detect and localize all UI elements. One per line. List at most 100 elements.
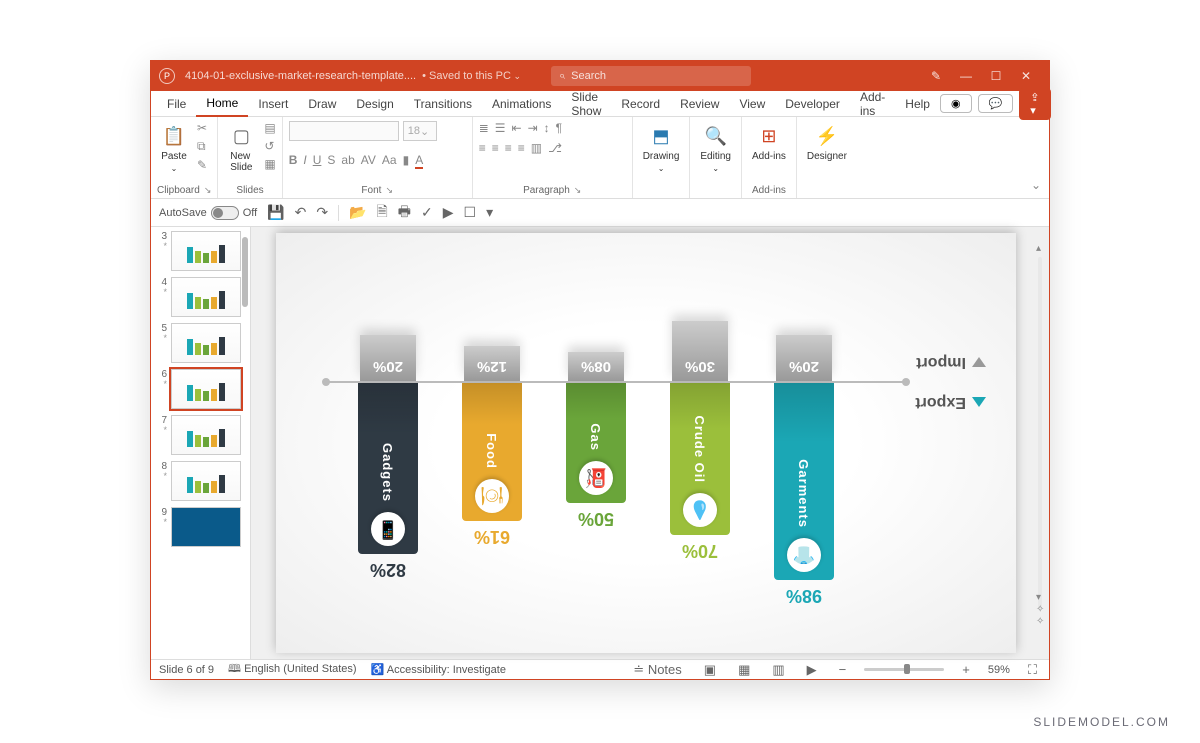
tab-file[interactable]: File: [157, 91, 196, 117]
underline-button[interactable]: U: [313, 153, 322, 167]
notes-button[interactable]: ≐ Notes: [629, 662, 685, 678]
zoom-out-button[interactable]: −: [835, 662, 851, 677]
columns-icon[interactable]: ▥: [531, 141, 542, 155]
align-right-icon[interactable]: ≡: [505, 141, 512, 155]
export-bar[interactable]: 50%⛽Gas: [566, 383, 626, 503]
share-button[interactable]: ⇪ ▾: [1019, 88, 1050, 120]
reset-icon[interactable]: ↺: [264, 139, 275, 153]
slide-thumbnail[interactable]: [171, 461, 241, 501]
indent-dec-icon[interactable]: ⇤: [512, 121, 522, 135]
language-status[interactable]: 🕮 English (United States): [228, 660, 357, 679]
slide-thumbnail[interactable]: [171, 369, 241, 409]
font-family-combo[interactable]: [289, 121, 399, 141]
fit-window-icon[interactable]: ⛶: [1024, 662, 1041, 678]
tab-review[interactable]: Review: [670, 91, 729, 117]
copy-icon[interactable]: ⧉: [197, 139, 207, 154]
text-dir-icon[interactable]: ¶: [556, 121, 562, 135]
case-button[interactable]: Aa: [382, 153, 397, 167]
tab-help[interactable]: Help: [895, 91, 940, 117]
close-button[interactable]: ✕: [1011, 69, 1041, 83]
spacing-button[interactable]: AV: [361, 153, 376, 167]
addins-button[interactable]: ⊞Add-ins: [748, 121, 790, 164]
line-spacing-icon[interactable]: ↕: [544, 121, 550, 135]
export-bar[interactable]: 98%👕Garments: [774, 383, 834, 580]
font-color-button[interactable]: A: [415, 153, 423, 167]
canvas-scrollbar[interactable]: ▴ ▾ ✧ ✧: [1035, 247, 1045, 619]
camera-button[interactable]: ◉: [940, 94, 972, 113]
layout-icon[interactable]: ▤: [264, 121, 275, 135]
cut-icon[interactable]: ✂: [197, 121, 207, 135]
align-center-icon[interactable]: ≡: [492, 141, 499, 155]
touch-mode-icon[interactable]: ☐: [464, 204, 477, 221]
tab-design[interactable]: Design: [346, 91, 403, 117]
tab-animations[interactable]: Animations: [482, 91, 561, 117]
designer-button[interactable]: ⚡Designer: [803, 121, 851, 164]
font-launcher-icon[interactable]: ↘: [385, 185, 393, 195]
italic-button[interactable]: I: [303, 153, 306, 167]
zoom-slider[interactable]: [864, 668, 944, 671]
editing-button[interactable]: 🔍Editing⌄: [696, 121, 735, 175]
strike-button[interactable]: S: [327, 153, 335, 167]
export-bar[interactable]: 70%💧Crude Oil: [670, 383, 730, 535]
export-bar[interactable]: 82%📱Gadgets: [358, 383, 418, 554]
paragraph-launcher-icon[interactable]: ↘: [574, 185, 582, 195]
shadow-button[interactable]: ab: [341, 153, 354, 167]
export-bar[interactable]: 61%🍽Food: [462, 383, 522, 521]
justify-icon[interactable]: ≡: [518, 141, 525, 155]
tab-home[interactable]: Home: [196, 91, 248, 117]
save-status[interactable]: • Saved to this PC: [422, 70, 521, 82]
spell-icon[interactable]: ✓: [421, 204, 433, 221]
normal-view-icon[interactable]: ▣: [700, 662, 720, 678]
minimize-button[interactable]: —: [951, 69, 981, 83]
quick-print-icon[interactable]: 🖶: [398, 201, 411, 225]
highlight-button[interactable]: ▮: [403, 153, 410, 167]
zoom-level[interactable]: 59%: [988, 664, 1010, 676]
collapse-ribbon-icon[interactable]: ⌄: [1031, 178, 1041, 192]
font-size-combo[interactable]: 18⌄: [403, 121, 437, 141]
reading-view-icon[interactable]: ▥: [768, 662, 788, 678]
thumbs-scrollbar[interactable]: [242, 237, 248, 307]
format-painter-icon[interactable]: ✎: [197, 158, 207, 172]
slideshow-view-icon[interactable]: ▶: [803, 662, 821, 678]
open-icon[interactable]: 📂: [349, 204, 366, 221]
new-icon[interactable]: 🗎: [377, 201, 388, 225]
new-slide-button[interactable]: ▢New Slide: [224, 121, 258, 175]
bullets-icon[interactable]: ≣: [479, 121, 489, 135]
convert-icon[interactable]: ⎇: [548, 141, 562, 155]
zoom-in-button[interactable]: +: [958, 662, 974, 677]
import-bar[interactable]: 20%: [776, 335, 832, 381]
slide-thumbnail[interactable]: [171, 507, 241, 547]
sorter-view-icon[interactable]: ▦: [734, 662, 754, 678]
slide-thumbnail[interactable]: [171, 415, 241, 455]
numbering-icon[interactable]: ☰: [495, 121, 506, 135]
tab-slideshow[interactable]: Slide Show: [561, 91, 611, 117]
tab-insert[interactable]: Insert: [248, 91, 298, 117]
slide-thumbnail[interactable]: [171, 231, 241, 271]
maximize-button[interactable]: ☐: [981, 69, 1011, 83]
import-bar[interactable]: 30%: [672, 321, 728, 381]
tab-addins[interactable]: Add-ins: [850, 91, 895, 117]
slide-position[interactable]: Slide 6 of 9: [159, 664, 214, 676]
clipboard-launcher-icon[interactable]: ↘: [204, 185, 212, 195]
undo-icon[interactable]: ↶: [295, 204, 307, 221]
import-bar[interactable]: 08%: [568, 352, 624, 381]
from-beginning-icon[interactable]: ▶: [443, 204, 454, 221]
save-icon[interactable]: 💾: [267, 204, 284, 221]
indent-inc-icon[interactable]: ⇥: [528, 121, 538, 135]
import-bar[interactable]: 20%: [360, 335, 416, 381]
bold-button[interactable]: B: [289, 153, 298, 167]
comments-button[interactable]: 💬: [978, 94, 1014, 113]
tab-record[interactable]: Record: [611, 91, 670, 117]
tab-view[interactable]: View: [729, 91, 775, 117]
slide[interactable]: Export Import 98%👕Garments20%70%💧Crude O…: [276, 233, 1016, 653]
section-icon[interactable]: ▦: [264, 157, 275, 171]
qat-more-icon[interactable]: ▾: [486, 204, 493, 221]
tab-draw[interactable]: Draw: [298, 91, 346, 117]
accessibility-status[interactable]: ♿ Accessibility: Investigate: [371, 663, 506, 676]
align-left-icon[interactable]: ≡: [479, 141, 486, 155]
ink-icon[interactable]: ✎: [921, 69, 951, 83]
paste-button[interactable]: 📋Paste⌄: [157, 121, 191, 175]
tab-transitions[interactable]: Transitions: [404, 91, 482, 117]
slide-thumbnail[interactable]: [171, 277, 241, 317]
autosave-toggle[interactable]: AutoSaveOff: [159, 206, 257, 220]
